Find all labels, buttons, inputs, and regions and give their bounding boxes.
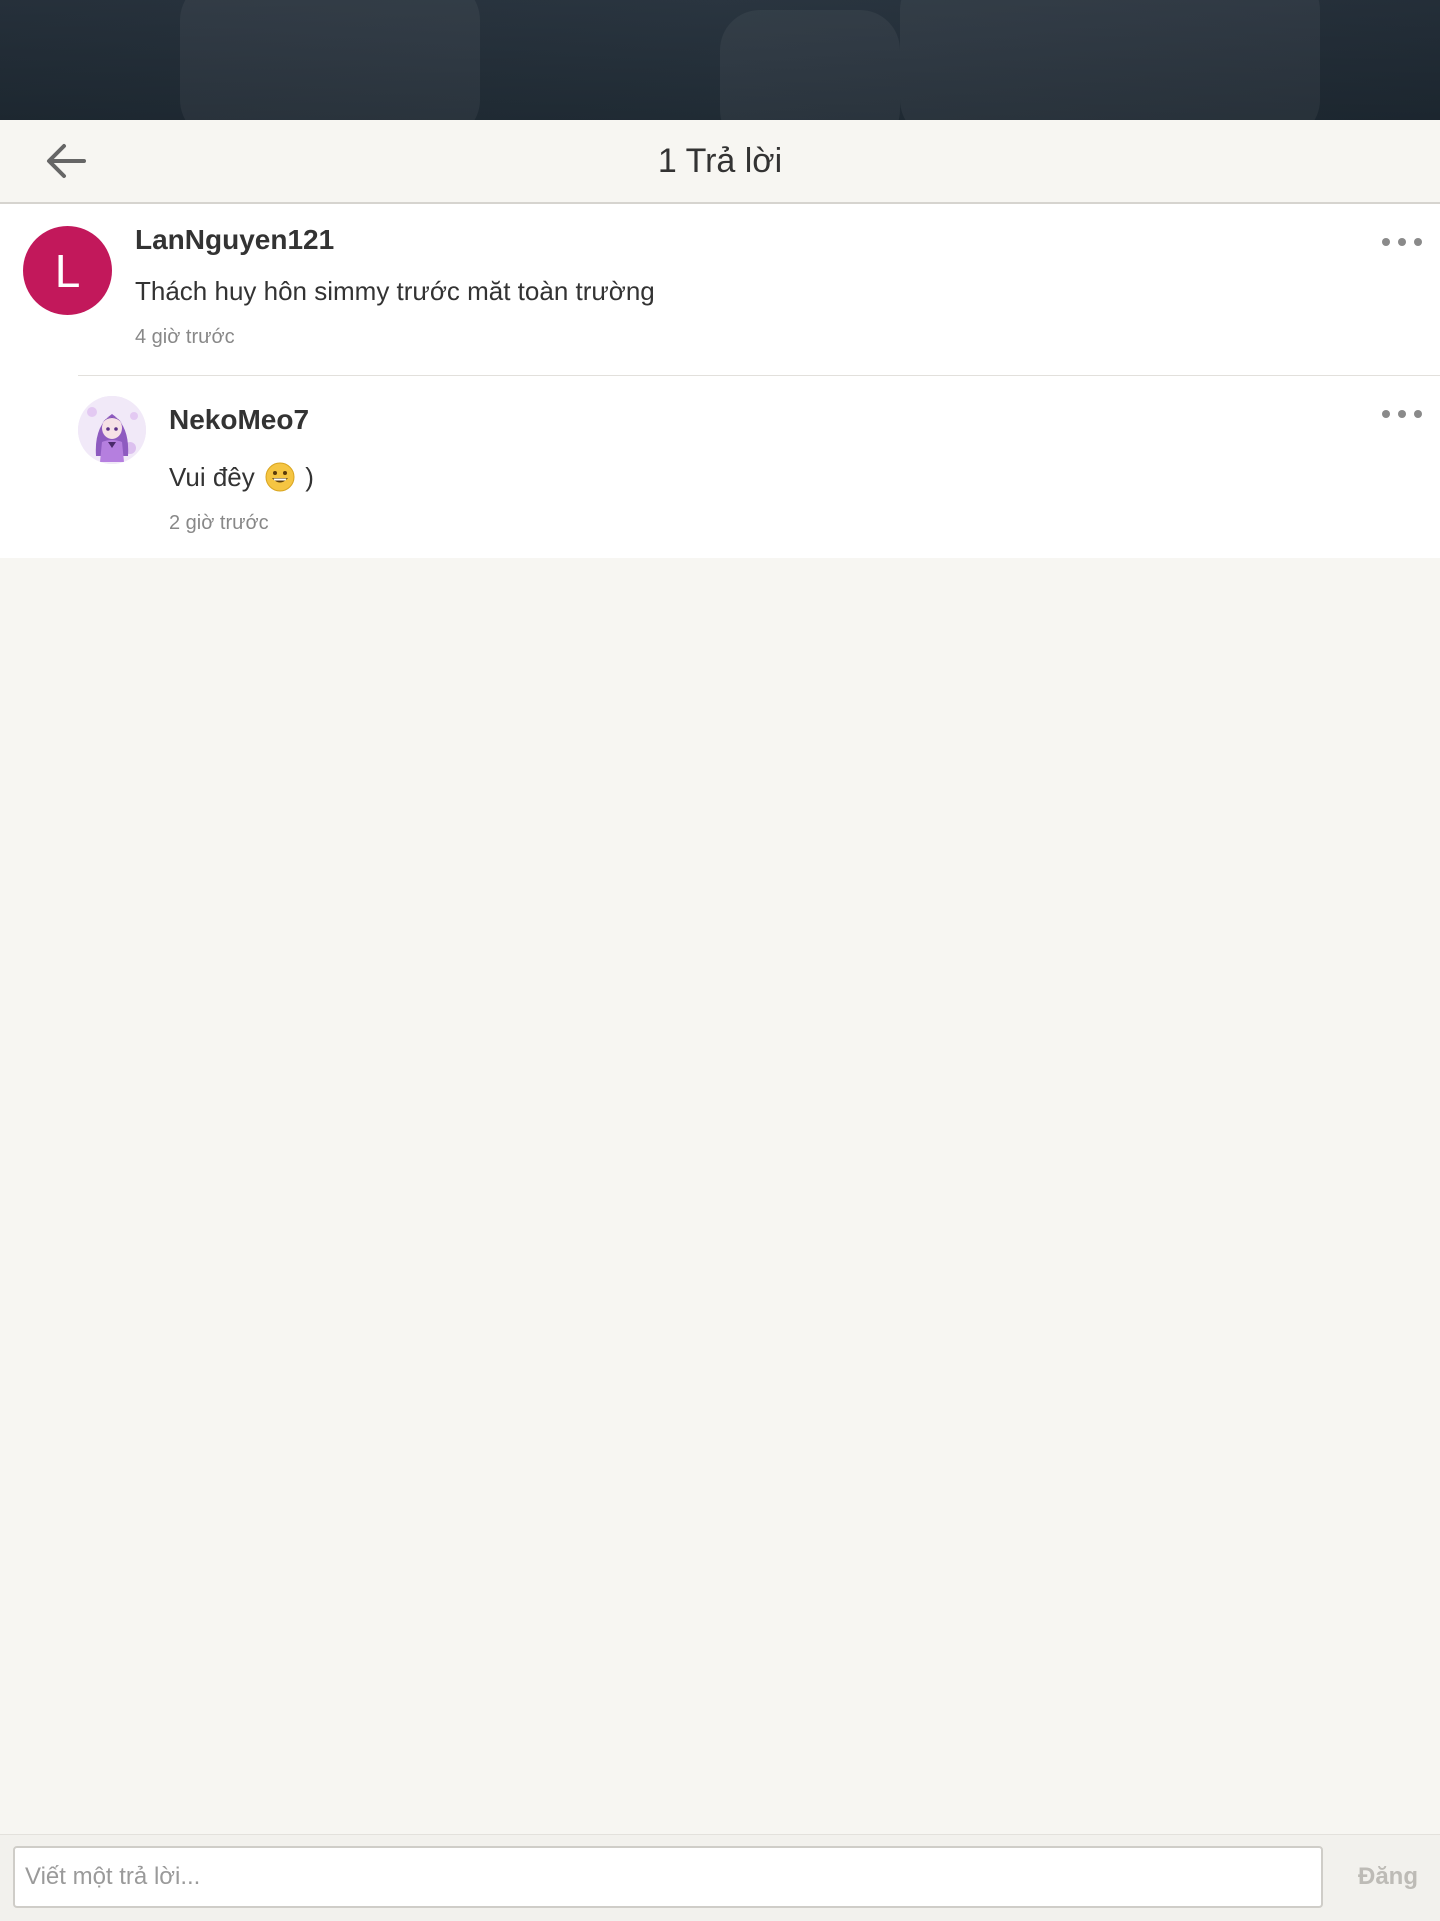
more-horizontal-icon (1382, 410, 1390, 418)
reply-comment: NekoMeo7 Vui đêy ) 2 giờ trước (0, 376, 1440, 558)
comment-text-end: ) (305, 462, 314, 492)
arrow-left-icon (47, 144, 86, 178)
username[interactable]: LanNguyen121 (135, 224, 334, 256)
comment-text-start: Vui đêy (169, 462, 255, 492)
avatar[interactable] (78, 396, 146, 464)
comment-timestamp: 2 giờ trước (169, 512, 269, 534)
comment-text: Thách huy hôn simmy trước măt toàn trườn… (135, 276, 655, 306)
more-horizontal-icon (1382, 238, 1390, 246)
back-button[interactable] (36, 136, 96, 186)
more-options-button[interactable] (1382, 230, 1422, 254)
avatar[interactable]: L (23, 226, 112, 315)
more-dot (1398, 238, 1406, 246)
comment-thread: L LanNguyen121 Thách huy hôn simmy trước… (0, 204, 1440, 558)
parent-comment: L LanNguyen121 Thách huy hôn simmy trước… (0, 204, 1440, 375)
more-dot (1414, 410, 1422, 418)
anime-avatar-image (78, 396, 146, 464)
username[interactable]: NekoMeo7 (169, 404, 309, 436)
page-title: 1 Trả lời (657, 141, 783, 180)
post-button[interactable]: Đăng (1340, 1846, 1436, 1908)
more-dot (1398, 410, 1406, 418)
reply-composer: Đăng (0, 1834, 1440, 1921)
cover-image-strip (0, 0, 1440, 120)
reply-input[interactable] (13, 1846, 1323, 1908)
more-dot (1414, 238, 1422, 246)
avatar-letter: L (54, 244, 81, 297)
comment-timestamp: 4 giờ trước (135, 326, 235, 348)
more-options-button[interactable] (1382, 402, 1422, 426)
reply-header: 1 Trả lời (0, 120, 1440, 204)
comment-text: Vui đêy ) (169, 462, 314, 493)
grinning-face-emoji (265, 462, 295, 492)
